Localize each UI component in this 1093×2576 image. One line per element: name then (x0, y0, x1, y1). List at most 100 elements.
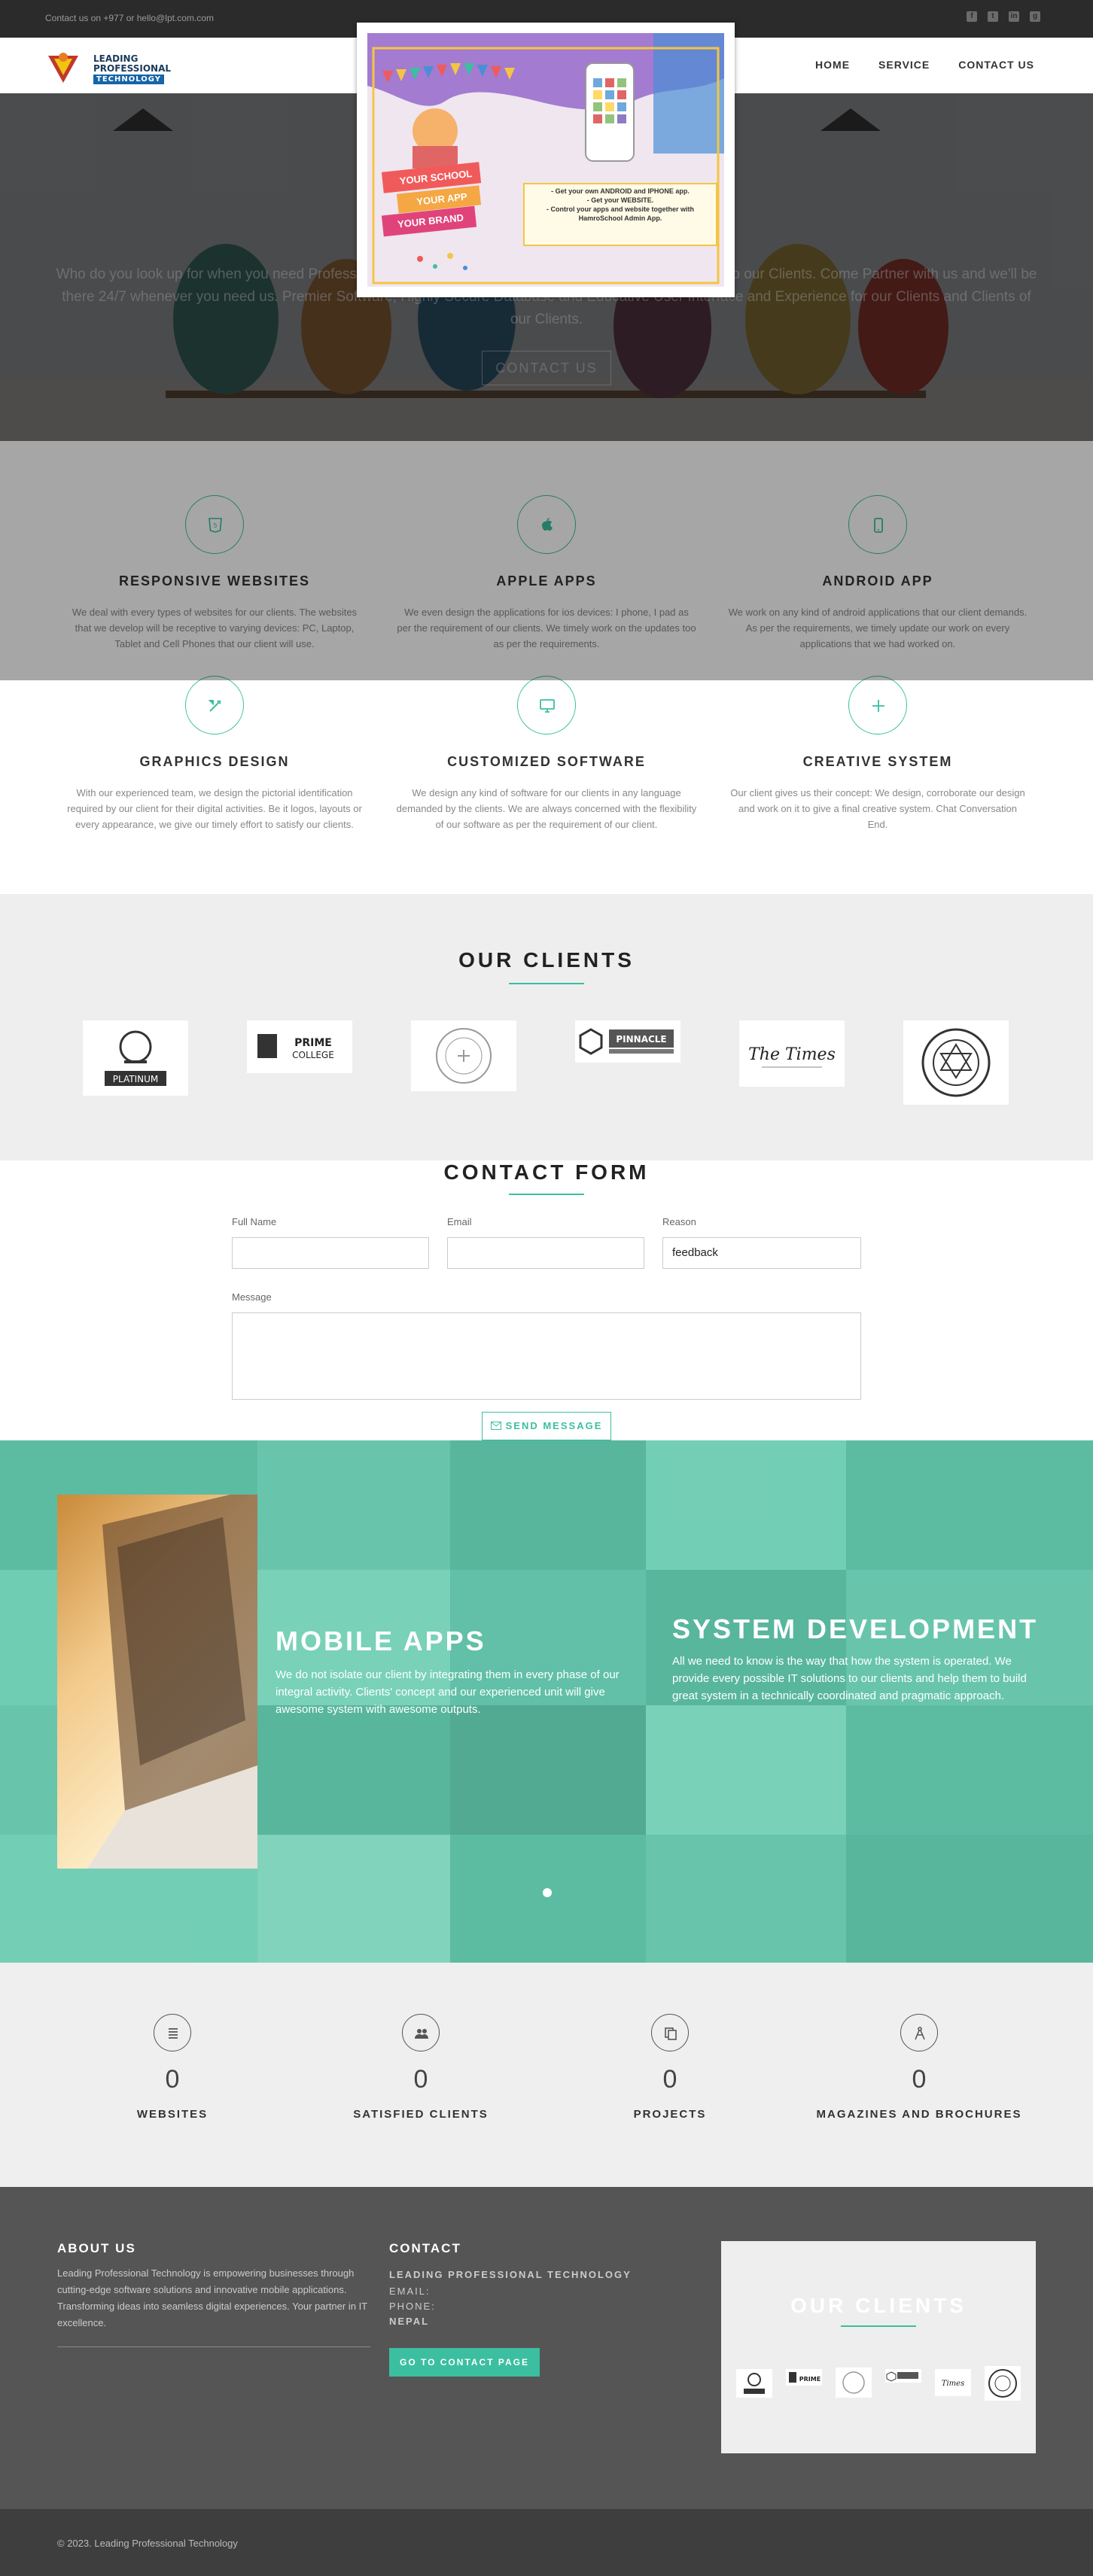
copyright-text: © 2023. Leading Professional Technology (57, 2538, 238, 2549)
client-the-times[interactable]: The Times (739, 1020, 845, 1087)
service-title: CREATIVE SYSTEM (802, 754, 953, 769)
contact-title: CONTACT FORM (443, 1160, 650, 1184)
email-input[interactable] (447, 1237, 644, 1269)
footer-clients-title: OUR CLIENTS (790, 2294, 967, 2317)
service-graphics-design: GRAPHICS DESIGN With our experienced tea… (56, 676, 373, 832)
client-seal-2[interactable] (903, 1020, 1009, 1105)
client-seal-1[interactable] (411, 1020, 516, 1091)
promo-bullet: - Get your own ANDROID and IPHONE app. (551, 187, 690, 195)
service-responsive-websites: 5 RESPONSIVE WEBSITES We deal with every… (56, 495, 373, 652)
svg-text:PINNACLE: PINNACLE (616, 1034, 666, 1045)
service-text: We design any kind of software for our c… (396, 787, 697, 830)
service-title: GRAPHICS DESIGN (139, 754, 290, 769)
counter-label: MAGAZINES AND BROCHURES (816, 2108, 1022, 2121)
send-message-button[interactable]: SEND MESSAGE (482, 1412, 611, 1440)
clients-title: OUR CLIENTS (458, 948, 635, 972)
promo-bullets: - Get your own ANDROID and IPHONE app. -… (527, 187, 714, 223)
go-to-contact-page-button[interactable]: GO TO CONTACT PAGE (389, 2348, 540, 2377)
svg-text:PRIME: PRIME (294, 1037, 332, 1049)
email-label: Email (447, 1216, 472, 1227)
copyright-bar: © 2023. Leading Professional Technology (0, 2509, 1093, 2576)
platinum-logo: PLATINUM (105, 1030, 166, 1086)
service-title: APPLE APPS (496, 573, 597, 588)
message-label: Message (232, 1291, 272, 1303)
fullname-label: Full Name (232, 1216, 277, 1227)
slide-text-mobile-apps: We do not isolate our client by integrat… (276, 1668, 620, 1716)
slide-title-system-development: SYSTEM DEVELOPMENT (672, 1613, 1039, 1644)
svg-text:5: 5 (213, 522, 217, 529)
counter-magazines: 0 MAGAZINES AND BROCHURES (795, 2014, 1043, 2121)
counters-section: 0 WEBSITES 0 SATISFIED CLIENTS 0 PROJECT… (0, 1963, 1093, 2187)
service-title: RESPONSIVE WEBSITES (118, 573, 311, 588)
seal-logo-2 (921, 1028, 991, 1097)
counter-value: 0 (662, 2065, 677, 2094)
counter-projects: 0 PROJECTS (546, 2014, 794, 2121)
counter-label: SATISFIED CLIENTS (353, 2108, 489, 2121)
twitter-icon[interactable]: t (988, 11, 998, 22)
service-title: CUSTOMIZED SOFTWARE (447, 754, 646, 769)
client-platinum[interactable]: PLATINUM (83, 1020, 188, 1096)
seal-logo-1 (436, 1028, 492, 1084)
fullname-input[interactable] (232, 1237, 429, 1269)
envelope-icon (490, 1422, 501, 1430)
the-times-logo: The Times (748, 1045, 836, 1068)
main-menu: HOME SERVICE CONTACT US (815, 59, 1034, 71)
svg-text:Times: Times (942, 2380, 964, 2388)
compass-icon (915, 2027, 925, 2040)
footer-divider (57, 2346, 370, 2347)
google-icon[interactable]: g (1030, 11, 1040, 22)
laptop-photo (57, 1495, 257, 1869)
clients-section: OUR CLIENTS PLATINUM PRIME COLLEGE PINNAC… (0, 894, 1093, 1160)
svg-text:COLLEGE: COLLEGE (292, 1050, 334, 1060)
svg-text:PRIME: PRIME (799, 2376, 821, 2383)
nav-contact-us[interactable]: CONTACT US (958, 59, 1034, 71)
promo-image: YOUR SCHOOL YOUR APP YOUR BRAND - Get yo… (367, 33, 724, 287)
brand-line3: TECHNOLOGY (93, 75, 164, 84)
copy-icon (665, 2027, 677, 2040)
html5-icon: 5 (209, 518, 222, 533)
counter-value: 0 (912, 2065, 927, 2094)
footer-email: EMAIL: (389, 2286, 431, 2297)
counter-label: WEBSITES (136, 2108, 209, 2121)
facebook-icon[interactable]: f (967, 11, 977, 22)
service-text: We even design the applications for ios … (397, 607, 696, 649)
linkedin-icon[interactable]: in (1009, 11, 1019, 22)
counter-satisfied-clients: 0 SATISFIED CLIENTS (297, 2014, 545, 2121)
social-links: f t in g (967, 11, 1040, 22)
shield-logo-icon (48, 53, 78, 83)
hero-contact-button[interactable]: CONTACT US (482, 351, 611, 385)
footer-company: LEADING PROFESSIONAL TECHNOLOGY (389, 2269, 632, 2280)
promo-modal[interactable]: YOUR SCHOOL YOUR APP YOUR BRAND - Get yo… (357, 23, 735, 297)
message-textarea[interactable] (232, 1312, 861, 1400)
apple-icon (542, 518, 553, 531)
service-text: With our experienced team, we design the… (67, 787, 362, 830)
service-text: Our client gives us their concept: We de… (730, 787, 1025, 830)
design-tools-icon (208, 700, 221, 712)
service-text: We deal with every types of websites for… (72, 607, 358, 649)
users-icon (415, 2029, 428, 2039)
footer-phone: PHONE: (389, 2301, 436, 2312)
services-section: 5 RESPONSIVE WEBSITES We deal with every… (0, 441, 1093, 893)
client-prime-college[interactable]: PRIME COLLEGE (247, 1020, 352, 1073)
slider-dot[interactable] (543, 1888, 552, 1897)
promo-bullet: - Get your WEBSITE. (586, 196, 654, 204)
service-apple-apps: APPLE APPS We even design the applicatio… (388, 495, 705, 652)
brand-logo[interactable]: LEADING PROFESSIONAL TECHNOLOGY (45, 47, 173, 89)
footer-about-text: Leading Professional Technology is empow… (57, 2267, 367, 2328)
slide-title-mobile-apps: MOBILE APPS (276, 1626, 486, 1656)
service-title: ANDROID APP (822, 573, 933, 588)
service-text: We work on any kind of android applicati… (728, 607, 1028, 649)
topbar-contact: Contact us on +977 or hello@lpt.com.com (45, 13, 214, 23)
counter-label: PROJECTS (633, 2108, 707, 2121)
reason-input[interactable]: feedback (662, 1237, 861, 1269)
pinnacle-logo: PINNACLE (579, 1028, 674, 1055)
nav-service[interactable]: SERVICE (878, 59, 930, 71)
slide-text-system-development: All we need to know is the way that how … (672, 1655, 1027, 1702)
footer-clients-box: OUR CLIENTS PRIME Times (721, 2241, 1036, 2453)
client-pinnacle[interactable]: PINNACLE (575, 1020, 680, 1063)
counter-value: 0 (165, 2065, 180, 2094)
counter-value: 0 (413, 2065, 428, 2094)
nav-home[interactable]: HOME (815, 59, 850, 71)
footer-about-title: ABOUT US (57, 2241, 136, 2255)
service-customized-software: CUSTOMIZED SOFTWARE We design any kind o… (388, 676, 705, 832)
